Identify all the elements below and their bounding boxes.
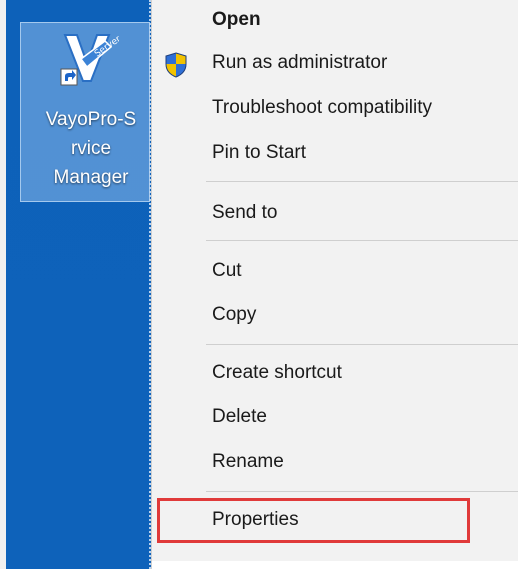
properties-highlight-box: [157, 498, 470, 543]
menu-item-send-to[interactable]: Send to: [152, 193, 518, 233]
menu-item-label: Delete: [212, 406, 267, 427]
menu-item-cut[interactable]: Cut: [152, 251, 518, 291]
desktop-shortcut-vayopro[interactable]: Server VayoPro-S rvice Manager: [20, 22, 150, 202]
uac-shield-icon: [165, 52, 187, 78]
menu-separator: [206, 240, 518, 241]
menu-item-troubleshoot-compatibility[interactable]: Troubleshoot compatibility: [152, 88, 518, 128]
context-menu: Open Run as administrator Troubleshoot c…: [151, 0, 518, 569]
menu-item-label: Pin to Start: [212, 142, 306, 163]
menu-item-copy[interactable]: Copy: [152, 295, 518, 335]
menu-item-label: Open: [212, 9, 261, 30]
menu-item-label: Troubleshoot compatibility: [212, 97, 433, 118]
menu-item-create-shortcut[interactable]: Create shortcut: [152, 353, 518, 393]
menu-separator: [206, 344, 518, 345]
menu-item-open[interactable]: Open: [152, 0, 518, 40]
menu-item-run-as-administrator[interactable]: Run as administrator: [152, 43, 518, 83]
desktop-icon-label: VayoPro-S rvice Manager: [45, 109, 137, 188]
vayopro-server-shortcut-icon: Server: [60, 34, 119, 86]
menu-item-label: Copy: [212, 304, 257, 325]
menu-separator: [206, 181, 518, 182]
menu-item-pin-to-start[interactable]: Pin to Start: [152, 133, 518, 173]
menu-item-rename[interactable]: Rename: [152, 442, 518, 482]
menu-item-label: Cut: [212, 260, 242, 281]
menu-item-label: Rename: [212, 451, 284, 472]
menu-item-delete[interactable]: Delete: [152, 397, 518, 437]
menu-item-label: Run as administrator: [212, 52, 388, 73]
menu-item-label: Create shortcut: [212, 362, 342, 383]
menu-bottom-edge: [152, 561, 518, 569]
menu-item-label: Send to: [212, 202, 278, 223]
menu-separator: [206, 491, 518, 492]
